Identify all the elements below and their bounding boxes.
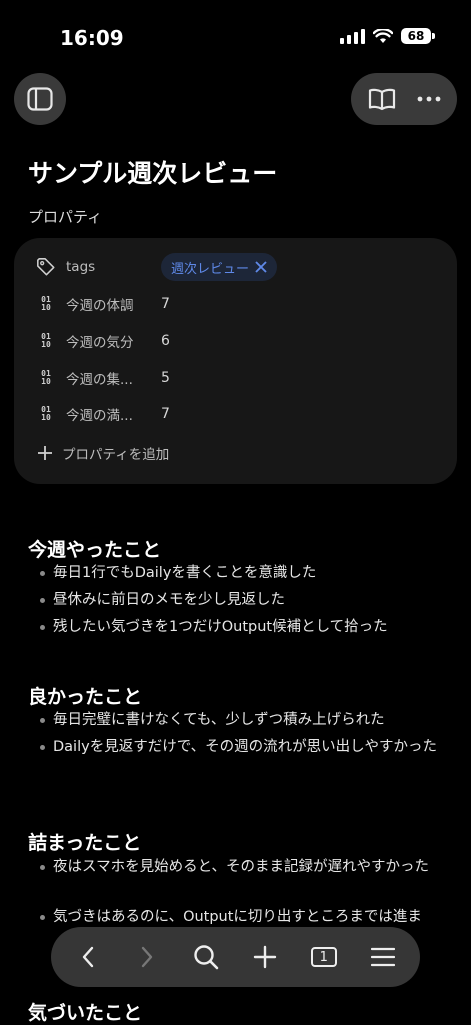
book-icon <box>368 88 395 111</box>
sidebar-icon <box>27 87 53 111</box>
property-name: 今週の体調 <box>66 298 134 314</box>
status-bar: 16:09 68 <box>0 0 471 70</box>
chevron-left-icon <box>83 946 94 968</box>
hamburger-menu-icon <box>370 947 395 967</box>
tab-count-icon: 1 <box>310 947 337 967</box>
property-name: 今週の満... <box>66 408 133 424</box>
search-icon <box>194 945 219 970</box>
more-options-button[interactable] <box>417 96 441 102</box>
ellipsis-icon <box>417 96 440 102</box>
number-property-icon: 01 10 <box>41 405 51 422</box>
new-tab-button[interactable] <box>245 937 285 977</box>
status-time: 16:09 <box>60 26 124 50</box>
add-property-button[interactable]: プロパティを追加 <box>36 443 169 463</box>
property-name: 今週の気分 <box>66 335 134 351</box>
tabs-button[interactable]: 1 <box>304 937 344 977</box>
plus-icon <box>38 446 52 460</box>
property-row[interactable]: 01 10 今週の満... 7 <box>14 396 457 432</box>
property-row[interactable]: 01 10 今週の集... 5 <box>14 360 457 396</box>
add-property-label: プロパティを追加 <box>62 447 170 463</box>
menu-button[interactable] <box>363 937 403 977</box>
forward-button[interactable] <box>127 937 167 977</box>
battery-icon: 68 <box>401 28 435 44</box>
page-title: サンプル週次レビュー <box>28 159 278 188</box>
property-value[interactable]: 7 <box>161 296 170 312</box>
property-name: tags <box>66 259 96 275</box>
property-value[interactable]: 6 <box>161 333 170 349</box>
top-right-actions <box>351 73 457 125</box>
section-heading: 今週やったこと <box>28 539 162 561</box>
battery-level: 68 <box>407 29 425 43</box>
wifi-icon <box>373 28 393 43</box>
remove-tag-icon[interactable] <box>255 261 267 273</box>
number-property-icon: 01 10 <box>41 369 51 386</box>
back-button[interactable] <box>68 937 108 977</box>
property-row[interactable]: 01 10 今週の体調 7 <box>14 286 457 322</box>
number-property-icon: 01 10 <box>41 295 51 312</box>
tag-icon <box>36 257 56 277</box>
section-heading: 良かったこと <box>28 686 143 708</box>
properties-heading: プロパティ <box>28 208 103 226</box>
property-value[interactable]: 7 <box>161 406 170 422</box>
plus-icon <box>253 945 277 969</box>
number-property-icon: 01 10 <box>41 332 51 349</box>
section-heading: 詰まったこと <box>28 832 142 854</box>
tag-label: 週次レビュー <box>171 261 250 277</box>
browser-toolbar: 1 <box>51 927 420 987</box>
chevron-right-icon <box>142 946 153 968</box>
sidebar-toggle-button[interactable] <box>14 73 66 125</box>
property-row-tags[interactable]: tags 週次レビュー <box>14 249 457 285</box>
property-name: 今週の集... <box>66 372 133 388</box>
cellular-signal-icon <box>340 28 365 44</box>
properties-card: tags 週次レビュー 01 10 今週の体調 7 01 10 今週の気分 6 01… <box>14 238 457 484</box>
property-row[interactable]: 01 10 今週の気分 6 <box>14 323 457 359</box>
status-indicators: 68 <box>340 28 435 44</box>
section-heading: 気づいたこと <box>28 1002 143 1024</box>
reading-view-button[interactable] <box>368 87 396 111</box>
property-value[interactable]: 5 <box>161 370 170 386</box>
search-button[interactable] <box>186 937 226 977</box>
tag-chip[interactable]: 週次レビュー <box>161 253 278 281</box>
